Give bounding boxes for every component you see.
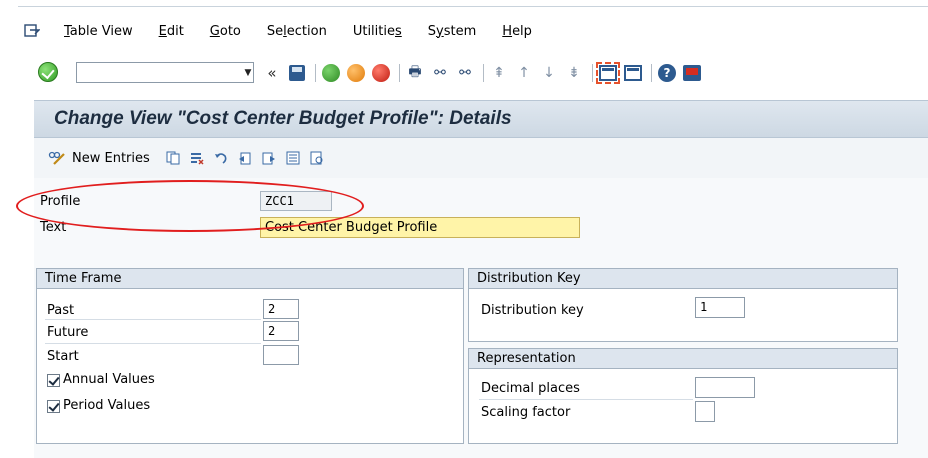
toolbar-separator xyxy=(651,64,652,82)
customize-layout-icon[interactable] xyxy=(682,63,702,83)
last-page-icon[interactable]: ⇟ xyxy=(564,63,584,83)
menu-help[interactable]: Help xyxy=(502,24,532,39)
menu-window-icon[interactable] xyxy=(24,24,41,38)
text-label: Text xyxy=(40,220,67,235)
representation-group: Representation Decimal places Scaling fa… xyxy=(468,348,898,444)
toolbar-separator xyxy=(315,64,316,82)
scaling-factor-field[interactable] xyxy=(695,401,715,422)
help-icon[interactable]: ? xyxy=(657,63,677,83)
past-label: Past xyxy=(47,303,75,318)
change-log-icon[interactable] xyxy=(308,149,326,167)
copy-as-icon[interactable] xyxy=(164,149,182,167)
first-page-icon[interactable]: ⇞ xyxy=(489,63,509,83)
profile-label: Profile xyxy=(40,194,81,209)
scaling-factor-label: Scaling factor xyxy=(481,405,571,420)
menu-row: Table View Edit Goto Selection Utilities… xyxy=(24,21,558,41)
command-dropdown-icon[interactable]: ▼ xyxy=(242,63,254,82)
decimal-places-label: Decimal places xyxy=(481,381,580,396)
period-values-label: Period Values xyxy=(63,398,151,413)
start-label: Start xyxy=(47,349,79,364)
profile-field[interactable]: ZCC1 xyxy=(260,191,332,211)
menu-edit[interactable]: Edit xyxy=(159,24,184,39)
distribution-key-label: Distribution key xyxy=(481,303,584,318)
previous-page-icon[interactable]: ↑ xyxy=(514,63,534,83)
representation-header: Representation xyxy=(469,349,897,369)
representation-title: Representation xyxy=(477,351,576,366)
find-next-icon[interactable]: ⚯ xyxy=(455,63,475,83)
menu-bar: Table View Edit Goto Selection Utilities… xyxy=(18,0,928,54)
future-label: Future xyxy=(47,325,89,340)
delete-icon[interactable] xyxy=(188,149,206,167)
next-page-icon[interactable]: ↓ xyxy=(539,63,559,83)
start-field[interactable] xyxy=(263,345,299,365)
menu-goto[interactable]: Goto xyxy=(210,24,241,39)
variable-list-icon[interactable] xyxy=(284,149,302,167)
standard-toolbar: ▼ « 🖶 ⚯ ⚯ ⇞ ↑ ↓ ⇟ ? xyxy=(18,54,928,94)
print-icon[interactable]: 🖶 xyxy=(405,63,425,83)
enter-check-icon[interactable] xyxy=(38,62,58,82)
text-field[interactable]: Cost Center Budget Profile xyxy=(260,217,580,238)
toolbar-icons: « 🖶 ⚯ ⚯ ⇞ ↑ ↓ ⇟ ? xyxy=(262,60,707,86)
save-icon[interactable] xyxy=(287,63,307,83)
find-icon[interactable]: ⚯ xyxy=(430,63,450,83)
next-entry-icon[interactable] xyxy=(260,149,278,167)
back-history-icon[interactable]: « xyxy=(262,63,282,83)
create-session-icon[interactable] xyxy=(596,62,620,84)
application-toolbar: New Entries xyxy=(34,138,928,178)
toolbar-separator xyxy=(483,64,484,82)
distribution-key-header: Distribution Key xyxy=(469,269,897,289)
page-title: Change View "Cost Center Budget Profile"… xyxy=(54,108,512,129)
row-divider xyxy=(45,343,261,344)
time-frame-group: Time Frame Past 2 Future 2 Start Annual … xyxy=(36,268,464,444)
annual-values-label: Annual Values xyxy=(63,372,155,387)
menu-selection[interactable]: Selection xyxy=(267,24,327,39)
display-change-icon[interactable] xyxy=(48,149,66,167)
generate-shortcut-icon[interactable] xyxy=(623,63,643,83)
new-entries-button[interactable]: New Entries xyxy=(72,151,150,166)
menu-system[interactable]: System xyxy=(428,24,477,39)
detail-screen: Profile ZCC1 Text Cost Center Budget Pro… xyxy=(34,178,928,458)
time-frame-title: Time Frame xyxy=(45,271,122,286)
previous-entry-icon[interactable] xyxy=(236,149,254,167)
row-divider xyxy=(479,399,693,400)
distribution-key-field[interactable]: 1 xyxy=(695,297,745,318)
title-bar: Change View "Cost Center Budget Profile"… xyxy=(34,100,928,138)
exit-icon[interactable] xyxy=(346,63,366,83)
command-field[interactable] xyxy=(76,62,254,83)
back-icon[interactable] xyxy=(321,63,341,83)
menu-utilities[interactable]: Utilities xyxy=(353,24,402,39)
menu-table-view[interactable]: Table View xyxy=(64,24,133,39)
annual-values-checkbox[interactable] xyxy=(47,374,60,387)
future-field[interactable]: 2 xyxy=(263,321,299,341)
decimal-places-field[interactable] xyxy=(695,377,755,398)
past-field[interactable]: 2 xyxy=(263,299,299,319)
distribution-key-group: Distribution Key Distribution key 1 xyxy=(468,268,898,342)
application-toolbar-row: New Entries xyxy=(48,148,332,168)
time-frame-header: Time Frame xyxy=(37,269,463,289)
distribution-key-title: Distribution Key xyxy=(477,271,581,286)
toolbar-separator xyxy=(592,64,593,82)
row-divider xyxy=(45,319,261,320)
window-top-border xyxy=(18,6,928,7)
toolbar-separator xyxy=(399,64,400,82)
undo-change-icon[interactable] xyxy=(212,149,230,167)
period-values-checkbox[interactable] xyxy=(47,400,60,413)
cancel-icon[interactable] xyxy=(371,63,391,83)
